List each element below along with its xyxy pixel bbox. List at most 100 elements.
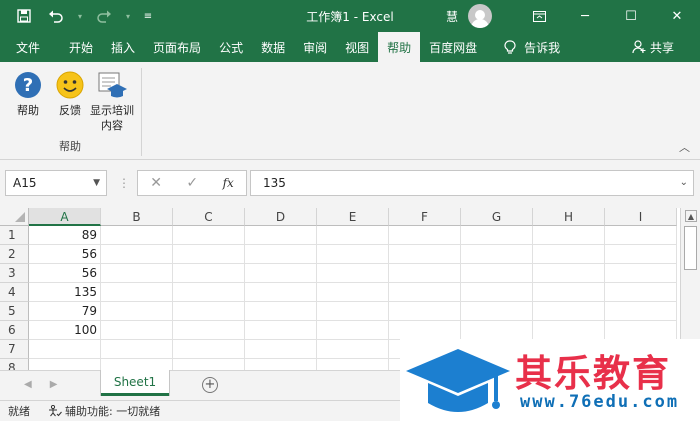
column-header-g[interactable]: G	[461, 208, 533, 226]
minimize-button[interactable]: ─	[562, 0, 608, 32]
cell-e6[interactable]	[317, 321, 389, 340]
column-header-i[interactable]: I	[605, 208, 677, 226]
enter-icon[interactable]: ✓	[186, 175, 198, 191]
column-header-b[interactable]: B	[101, 208, 173, 226]
feedback-button[interactable]: 反馈	[50, 70, 90, 118]
cell-b2[interactable]	[101, 245, 173, 264]
cell-c5[interactable]	[173, 302, 245, 321]
cell-e3[interactable]	[317, 264, 389, 283]
cell-d7[interactable]	[245, 340, 317, 359]
cell-i3[interactable]	[605, 264, 677, 283]
cell-h3[interactable]	[533, 264, 605, 283]
cell-h1[interactable]	[533, 226, 605, 245]
sheet-tab-sheet1[interactable]: Sheet1	[101, 370, 169, 396]
row-header-1[interactable]: 1	[0, 226, 29, 245]
cell-a5[interactable]: 79	[29, 302, 101, 321]
cell-b5[interactable]	[101, 302, 173, 321]
cell-f1[interactable]	[389, 226, 461, 245]
cell-g4[interactable]	[461, 283, 533, 302]
cell-d2[interactable]	[245, 245, 317, 264]
tab-review[interactable]: 审阅	[294, 32, 336, 62]
cell-g6[interactable]	[461, 321, 533, 340]
cell-a3[interactable]: 56	[29, 264, 101, 283]
collapse-ribbon-button[interactable]: ︿	[679, 139, 690, 155]
redo-button[interactable]	[90, 4, 118, 28]
column-header-e[interactable]: E	[317, 208, 389, 226]
cell-c4[interactable]	[173, 283, 245, 302]
cell-b3[interactable]	[101, 264, 173, 283]
cell-d3[interactable]	[245, 264, 317, 283]
column-header-d[interactable]: D	[245, 208, 317, 226]
scrollbar-thumb[interactable]	[684, 226, 697, 270]
cell-e4[interactable]	[317, 283, 389, 302]
cell-i1[interactable]	[605, 226, 677, 245]
chevron-down-icon[interactable]: ▼	[93, 178, 100, 188]
accessibility-status[interactable]: 辅助功能: 一切就绪	[48, 403, 160, 419]
cell-h6[interactable]	[533, 321, 605, 340]
customize-qat-button[interactable]: ≡	[138, 4, 158, 28]
help-button[interactable]: ? 帮助	[8, 70, 48, 118]
share-button[interactable]: 共享	[632, 32, 674, 62]
insert-function-icon[interactable]: fx	[223, 176, 234, 190]
cell-e1[interactable]	[317, 226, 389, 245]
cell-e5[interactable]	[317, 302, 389, 321]
previous-sheet-icon[interactable]: ◀	[24, 379, 50, 390]
cell-e7[interactable]	[317, 340, 389, 359]
cell-i6[interactable]	[605, 321, 677, 340]
cell-c6[interactable]	[173, 321, 245, 340]
cell-c1[interactable]	[173, 226, 245, 245]
cell-a7[interactable]	[29, 340, 101, 359]
cell-a2[interactable]: 56	[29, 245, 101, 264]
tab-insert[interactable]: 插入	[102, 32, 144, 62]
cell-i4[interactable]	[605, 283, 677, 302]
tab-file[interactable]: 文件	[0, 32, 60, 62]
tab-page-layout[interactable]: 页面布局	[144, 32, 210, 62]
cell-g2[interactable]	[461, 245, 533, 264]
cell-a1[interactable]: 89	[29, 226, 101, 245]
cell-f2[interactable]	[389, 245, 461, 264]
cell-e8[interactable]	[317, 359, 389, 370]
cell-g1[interactable]	[461, 226, 533, 245]
cell-f6[interactable]	[389, 321, 461, 340]
maximize-button[interactable]: ☐	[608, 0, 654, 32]
column-header-h[interactable]: H	[533, 208, 605, 226]
cell-g3[interactable]	[461, 264, 533, 283]
row-header-4[interactable]: 4	[0, 283, 29, 302]
select-all-button[interactable]	[0, 208, 29, 226]
row-header-2[interactable]: 2	[0, 245, 29, 264]
cell-b8[interactable]	[101, 359, 173, 370]
undo-dropdown[interactable]: ▾	[74, 4, 86, 28]
row-header-5[interactable]: 5	[0, 302, 29, 321]
expand-formula-bar-icon[interactable]: ⌄	[680, 177, 688, 188]
cell-c2[interactable]	[173, 245, 245, 264]
cell-d5[interactable]	[245, 302, 317, 321]
cell-h4[interactable]	[533, 283, 605, 302]
cell-g5[interactable]	[461, 302, 533, 321]
cell-h2[interactable]	[533, 245, 605, 264]
cell-a8[interactable]	[29, 359, 101, 370]
next-sheet-icon[interactable]: ▶	[50, 379, 76, 390]
tab-view[interactable]: 视图	[336, 32, 378, 62]
cell-b6[interactable]	[101, 321, 173, 340]
cell-f3[interactable]	[389, 264, 461, 283]
add-sheet-button[interactable]: +	[202, 377, 218, 393]
row-header-3[interactable]: 3	[0, 264, 29, 283]
name-box[interactable]: A15 ▼	[5, 170, 107, 196]
cell-b1[interactable]	[101, 226, 173, 245]
save-button[interactable]	[10, 4, 38, 28]
row-header-7[interactable]: 7	[0, 340, 29, 359]
undo-button[interactable]	[42, 4, 70, 28]
column-header-f[interactable]: F	[389, 208, 461, 226]
user-name[interactable]: 慧	[446, 8, 458, 25]
column-header-a[interactable]: A	[29, 208, 101, 226]
cell-f4[interactable]	[389, 283, 461, 302]
row-header-6[interactable]: 6	[0, 321, 29, 340]
redo-dropdown[interactable]: ▾	[122, 4, 134, 28]
tell-me-search[interactable]: 告诉我	[486, 32, 560, 62]
show-training-button[interactable]: 显示培训内容	[90, 70, 134, 133]
tab-home[interactable]: 开始	[60, 32, 102, 62]
tab-baidu-netdisk[interactable]: 百度网盘	[420, 32, 486, 62]
avatar[interactable]	[468, 4, 492, 28]
cell-c3[interactable]	[173, 264, 245, 283]
column-header-c[interactable]: C	[173, 208, 245, 226]
